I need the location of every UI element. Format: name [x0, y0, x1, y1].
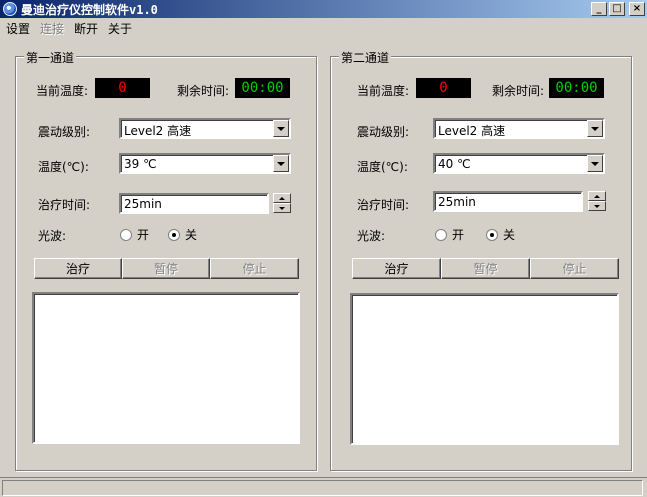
- log-textarea[interactable]: [350, 293, 619, 445]
- maximize-button[interactable]: □: [609, 2, 625, 16]
- radio-on-label: 开: [137, 228, 150, 242]
- current-temp-label: 当前温度:: [36, 84, 89, 98]
- status-pane: [2, 480, 643, 496]
- lightwave-off-radio[interactable]: 关: [168, 226, 197, 243]
- vibration-select[interactable]: Level2 高速: [433, 118, 605, 139]
- window-controls: _ □ ×: [591, 2, 645, 16]
- menu-disconnect[interactable]: 断开: [70, 20, 102, 37]
- temperature-value: 40 ℃: [438, 157, 471, 171]
- spin-down-icon[interactable]: [273, 203, 291, 213]
- stop-button[interactable]: 停止: [530, 258, 619, 279]
- radio-on-label: 开: [452, 228, 465, 242]
- spin-up-icon[interactable]: [588, 191, 606, 201]
- remaining-time-display: 00:00: [235, 78, 290, 98]
- channel-1-group: 第一通道 当前温度: 0 剩余时间: 00:00 震动级别: Level2 高速…: [15, 49, 317, 471]
- lightwave-on-radio[interactable]: 开: [120, 226, 149, 243]
- app-icon: [3, 2, 17, 16]
- chevron-down-icon[interactable]: [587, 155, 603, 172]
- close-button[interactable]: ×: [629, 2, 645, 16]
- radio-off-label: 关: [185, 228, 198, 242]
- lightwave-on-radio[interactable]: 开: [435, 226, 464, 243]
- radio-icon: [435, 228, 447, 241]
- chevron-down-icon[interactable]: [587, 120, 603, 137]
- temperature-select[interactable]: 40 ℃: [433, 153, 605, 174]
- radio-selected-icon: [486, 228, 498, 241]
- log-textarea[interactable]: [32, 292, 300, 444]
- menu-bar: 设置 连接 断开 关于: [0, 19, 647, 38]
- spin-up-icon[interactable]: [273, 193, 291, 203]
- vibration-value: Level2 高速: [124, 124, 192, 138]
- treatment-time-label: 治疗时间:: [38, 198, 91, 212]
- window-title: 曼迪治疗仪控制软件v1.0: [21, 2, 158, 17]
- lightwave-off-radio[interactable]: 关: [486, 226, 515, 243]
- current-temp-display: 0: [416, 78, 471, 98]
- radio-selected-icon: [168, 228, 180, 241]
- temperature-label: 温度(℃):: [357, 160, 408, 174]
- vibration-label: 震动级别:: [357, 125, 410, 139]
- menu-settings[interactable]: 设置: [2, 20, 34, 37]
- vibration-value: Level2 高速: [438, 124, 506, 138]
- current-temp-label: 当前温度:: [357, 84, 410, 98]
- title-bar: 曼迪治疗仪控制软件v1.0 _ □ ×: [0, 0, 647, 18]
- treatment-time-value: 25min: [438, 195, 476, 209]
- remaining-time-label: 剩余时间:: [492, 84, 545, 98]
- group-title: 第二通道: [339, 49, 392, 66]
- temperature-select[interactable]: 39 ℃: [119, 153, 291, 174]
- radio-off-label: 关: [503, 228, 516, 242]
- vibration-select[interactable]: Level2 高速: [119, 118, 291, 139]
- pause-button[interactable]: 暂停: [122, 258, 210, 279]
- temperature-label: 温度(℃):: [38, 160, 89, 174]
- treatment-time-field[interactable]: 25min: [119, 193, 269, 214]
- treatment-time-field[interactable]: 25min: [433, 191, 583, 212]
- vibration-label: 震动级别:: [38, 125, 91, 139]
- treatment-time-spinner[interactable]: [588, 191, 606, 212]
- treatment-time-label: 治疗时间:: [357, 198, 410, 212]
- lightwave-label: 光波:: [38, 229, 67, 243]
- temperature-value: 39 ℃: [124, 157, 157, 171]
- treatment-time-value: 25min: [124, 197, 162, 211]
- radio-icon: [120, 228, 132, 241]
- chevron-down-icon[interactable]: [273, 120, 289, 137]
- treat-button[interactable]: 治疗: [352, 258, 441, 279]
- treatment-time-spinner[interactable]: [273, 193, 291, 214]
- status-bar: [0, 477, 647, 497]
- menu-connect[interactable]: 连接: [36, 20, 68, 37]
- chevron-down-icon[interactable]: [273, 155, 289, 172]
- menu-about[interactable]: 关于: [104, 20, 136, 37]
- lightwave-label: 光波:: [357, 229, 386, 243]
- treat-button[interactable]: 治疗: [34, 258, 122, 279]
- group-title: 第一通道: [24, 49, 77, 66]
- remaining-time-display: 00:00: [549, 78, 604, 98]
- remaining-time-label: 剩余时间:: [177, 84, 230, 98]
- stop-button[interactable]: 停止: [210, 258, 299, 279]
- current-temp-display: 0: [95, 78, 150, 98]
- minimize-button[interactable]: _: [591, 2, 607, 16]
- spin-down-icon[interactable]: [588, 201, 606, 211]
- channel-2-group: 第二通道 当前温度: 0 剩余时间: 00:00 震动级别: Level2 高速…: [330, 49, 632, 471]
- pause-button[interactable]: 暂停: [441, 258, 530, 279]
